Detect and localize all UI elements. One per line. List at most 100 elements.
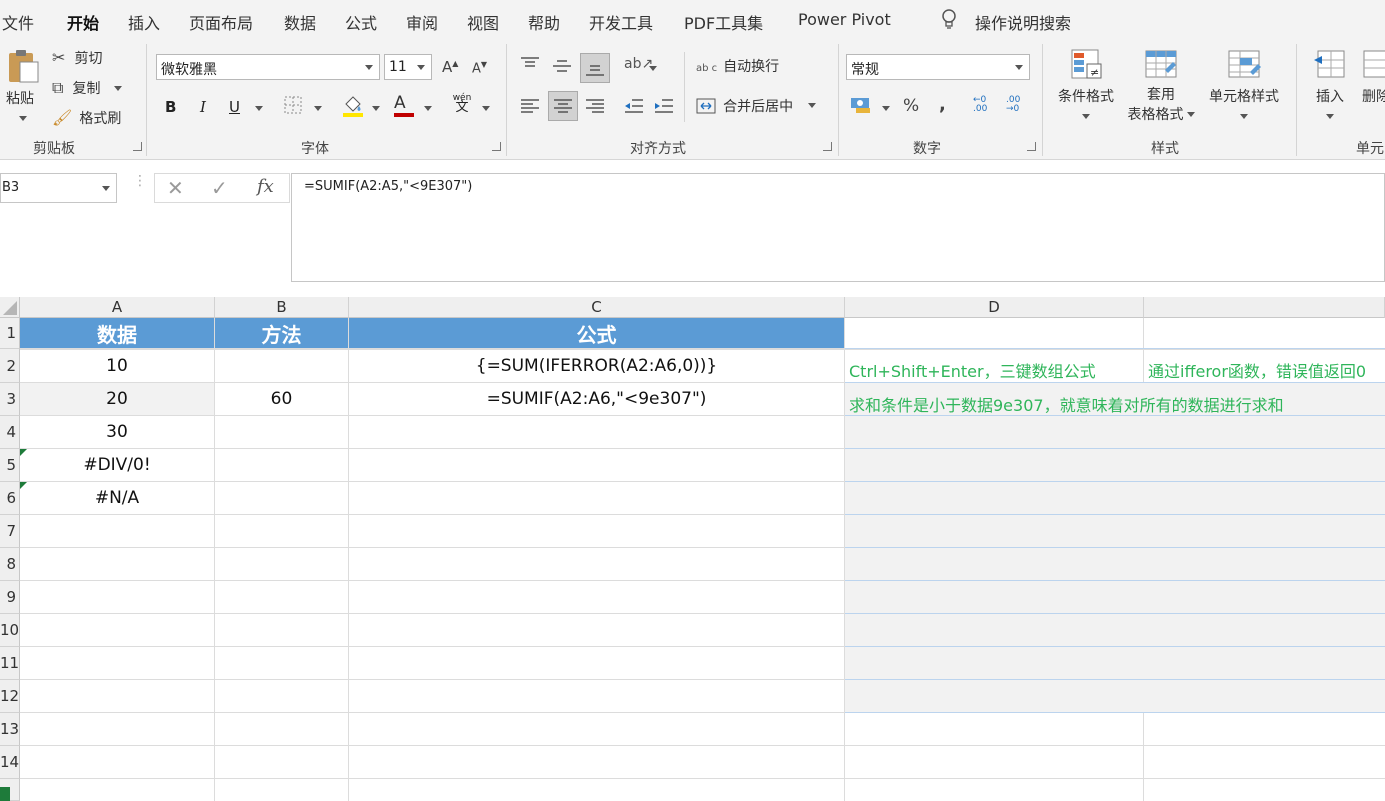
format-painter-button[interactable]: 🖌 格式刷 (52, 108, 121, 128)
cell-d1[interactable] (845, 318, 1385, 349)
cell-a6[interactable]: #N/A (20, 482, 215, 515)
tab-pdf-tools[interactable]: PDF工具集 (684, 10, 763, 34)
conditional-formatting-button[interactable]: ≠ 条件格式 (1055, 48, 1117, 125)
align-top-icon[interactable] (520, 56, 540, 76)
tab-page-layout[interactable]: 页面布局 (189, 10, 253, 34)
align-middle-icon[interactable] (552, 58, 572, 78)
italic-button[interactable]: I (200, 98, 206, 116)
tab-developer[interactable]: 开发工具 (589, 10, 653, 34)
cut-button[interactable]: ✂ 剪切 (52, 48, 103, 68)
chevron-down-icon[interactable] (482, 106, 490, 111)
name-box[interactable]: B3 (0, 173, 117, 203)
cell-b3[interactable]: 60 (215, 383, 349, 416)
underline-button[interactable]: U (229, 98, 240, 116)
row-header[interactable]: 3 (0, 383, 20, 416)
percent-button[interactable]: % (903, 96, 919, 116)
cell-a2[interactable]: 10 (20, 349, 215, 383)
cell-b1[interactable]: 方法 (215, 318, 349, 349)
alignment-launcher-icon[interactable] (823, 142, 832, 151)
tell-me-search[interactable]: 操作说明搜索 (975, 10, 1071, 34)
align-bottom-icon[interactable] (580, 53, 610, 83)
fill-color-icon[interactable] (342, 94, 364, 122)
row-header[interactable]: 2 (0, 349, 20, 383)
select-all-corner[interactable] (0, 297, 20, 318)
row-header[interactable]: 1 (0, 318, 20, 349)
font-color-button[interactable]: A (394, 93, 414, 117)
column-header-c[interactable]: C (349, 297, 845, 318)
cell-c2[interactable]: {=SUM(IFERROR(A2:A6,0))} (349, 349, 845, 383)
wrap-text-button[interactable]: ab c 自动换行 (696, 56, 779, 76)
chevron-down-icon[interactable] (424, 106, 432, 111)
row-header[interactable]: 8 (0, 548, 20, 581)
tab-view[interactable]: 视图 (467, 10, 499, 34)
number-format-select[interactable]: 常规 (846, 54, 1030, 80)
cell-b2[interactable] (215, 349, 349, 383)
cell-c1[interactable]: 公式 (349, 318, 845, 349)
currency-icon[interactable] (850, 96, 872, 118)
insert-function-icon[interactable]: fx (257, 176, 274, 197)
chevron-down-icon[interactable] (882, 106, 890, 111)
row-header[interactable]: 10 (0, 614, 20, 647)
decrease-font-icon[interactable]: A▼ (472, 60, 487, 76)
clipboard-icon (6, 48, 40, 84)
align-center-icon[interactable] (548, 91, 578, 121)
cell-styles-button[interactable]: 单元格样式 (1204, 48, 1284, 125)
increase-font-icon[interactable]: A▲ (442, 58, 458, 76)
cell-c3[interactable]: =SUMIF(A2:A6,"<9e307") (349, 383, 845, 416)
phonetic-guide-button[interactable]: wén 文 (452, 93, 472, 114)
font-name-select[interactable]: 微软雅黑 (156, 54, 380, 80)
insert-cells-button[interactable]: 插入 (1308, 48, 1352, 125)
align-left-icon[interactable] (520, 98, 540, 118)
align-right-icon[interactable] (585, 98, 605, 118)
increase-decimal-button[interactable]: ←0 .00 (973, 96, 997, 114)
tab-data[interactable]: 数据 (284, 10, 316, 34)
cell-a1[interactable]: 数据 (20, 318, 215, 349)
tab-file[interactable]: 文件 (2, 10, 34, 34)
row-header[interactable]: 4 (0, 416, 20, 449)
worksheet-grid: A B C D 1 2 3 4 5 6 7 8 9 10 11 12 13 14… (0, 297, 1385, 801)
decrease-indent-icon[interactable] (624, 98, 644, 118)
row-header[interactable]: 9 (0, 581, 20, 614)
cell-a4[interactable]: 30 (20, 416, 215, 449)
column-header-d[interactable]: D (845, 297, 1144, 318)
merge-center-button[interactable]: 合并后居中 (696, 96, 817, 118)
paste-button[interactable]: 粘贴 (6, 48, 40, 121)
tab-help[interactable]: 帮助 (528, 10, 560, 34)
borders-icon[interactable] (284, 96, 302, 118)
delete-cells-button[interactable]: 删除 (1362, 48, 1385, 106)
column-header-e[interactable] (1144, 297, 1385, 318)
row-header[interactable]: 7 (0, 515, 20, 548)
row-header[interactable]: 12 (0, 680, 20, 713)
format-as-table-button[interactable]: 套用 表格格式 (1122, 48, 1200, 124)
bold-button[interactable]: B (165, 98, 176, 116)
tab-power-pivot[interactable]: Power Pivot (798, 10, 891, 29)
chevron-down-icon[interactable] (255, 106, 263, 111)
clipboard-launcher-icon[interactable] (133, 142, 142, 151)
row-header[interactable]: 5 (0, 449, 20, 482)
row-header[interactable]: 13 (0, 713, 20, 746)
tab-insert[interactable]: 插入 (128, 10, 160, 34)
tab-review[interactable]: 审阅 (406, 10, 438, 34)
comma-style-button[interactable]: , (939, 94, 946, 115)
font-size-select[interactable]: 11 (384, 54, 432, 80)
decrease-decimal-button[interactable]: .00 →0 (1006, 96, 1030, 114)
row-header[interactable]: 6 (0, 482, 20, 515)
tab-home[interactable]: 开始 (67, 10, 100, 41)
tab-formulas[interactable]: 公式 (345, 10, 377, 34)
copy-button[interactable]: ⧉ 复制 (52, 78, 122, 98)
chevron-down-icon[interactable] (649, 66, 657, 71)
cell-a5[interactable]: #DIV/0! (20, 449, 215, 482)
row-header[interactable]: 14 (0, 746, 20, 779)
enter-check-icon[interactable]: ✓ (211, 176, 228, 200)
font-launcher-icon[interactable] (492, 142, 501, 151)
row-header[interactable]: 11 (0, 647, 20, 680)
cell-a3[interactable]: 20 (20, 383, 215, 416)
column-header-a[interactable]: A (20, 297, 215, 318)
column-header-b[interactable]: B (215, 297, 349, 318)
increase-indent-icon[interactable] (654, 98, 674, 118)
chevron-down-icon[interactable] (372, 106, 380, 111)
formula-input[interactable]: =SUMIF(A2:A5,"<9E307") (291, 173, 1385, 282)
cancel-icon[interactable]: ✕ (167, 176, 184, 200)
chevron-down-icon[interactable] (314, 106, 322, 111)
number-launcher-icon[interactable] (1027, 142, 1036, 151)
